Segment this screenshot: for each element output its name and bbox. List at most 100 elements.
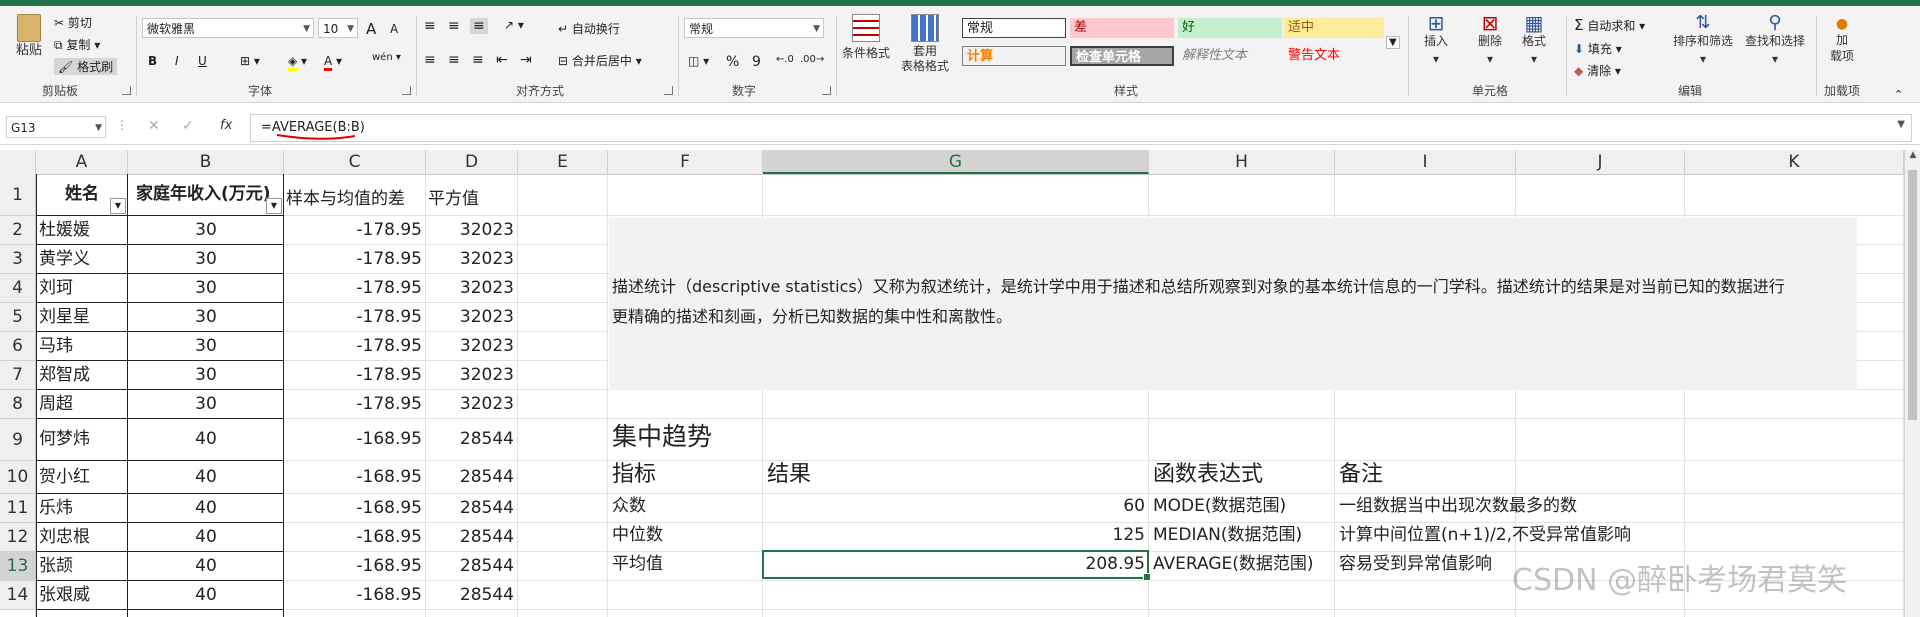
accounting-format-button[interactable]: ◫ ▾ — [688, 54, 709, 68]
style-warning[interactable]: 警告文本 — [1284, 46, 1384, 66]
align-middle-button[interactable]: ≡ — [448, 18, 460, 34]
vertical-scrollbar[interactable]: ▲ — [1904, 150, 1920, 617]
merge-center-button[interactable]: ⊟ 合并后居中 ▾ — [558, 52, 642, 69]
col-header-h[interactable]: H — [1149, 150, 1335, 174]
format-cells-button[interactable]: ▦ 格式 ▾ — [1514, 13, 1554, 68]
filter-button-a[interactable]: ▼ — [110, 198, 126, 214]
insert-function-icon[interactable]: fx — [220, 118, 232, 133]
clear-button[interactable]: ◆ 清除 ▾ — [1574, 62, 1621, 79]
style-normal[interactable]: 常规 — [962, 18, 1066, 38]
row-header-12[interactable]: 12 — [0, 523, 36, 552]
comma-button[interactable]: 9 — [752, 54, 761, 70]
row-header-4[interactable]: 4 — [0, 274, 36, 303]
col-header-f[interactable]: F — [608, 150, 763, 174]
find-select-button[interactable]: ⚲ 查找和选择 ▾ — [1740, 14, 1810, 68]
orientation-button[interactable]: ↗ ▾ — [504, 18, 524, 32]
percent-button[interactable]: % — [726, 54, 739, 70]
formula-options-icon[interactable]: ⋮ — [116, 118, 128, 132]
format-painter-button[interactable]: 🖌 格式刷 — [54, 58, 118, 75]
style-explain[interactable]: 解释性文本 — [1178, 46, 1282, 66]
cut-button[interactable]: ✂ 剪切 — [54, 14, 92, 31]
decrease-decimal-button[interactable]: .00→ — [800, 54, 824, 65]
row-header-13[interactable]: 13 — [0, 552, 36, 581]
style-good[interactable]: 好 — [1178, 18, 1282, 38]
increase-indent-button[interactable]: ⇥ — [520, 52, 532, 68]
col-header-k[interactable]: K — [1685, 150, 1904, 174]
enter-icon[interactable]: ✓ — [182, 118, 194, 134]
font-launcher[interactable] — [402, 86, 411, 95]
fill-handle[interactable] — [1143, 573, 1151, 581]
row-header-9[interactable]: 9 — [0, 419, 36, 461]
decrease-indent-button[interactable]: ⇤ — [496, 52, 508, 68]
row-header-8[interactable]: 8 — [0, 390, 36, 419]
font-name-combo[interactable]: 微软雅黑 ▼ — [142, 18, 314, 38]
scroll-thumb[interactable] — [1908, 170, 1917, 420]
align-right-button[interactable]: ≡ — [472, 52, 484, 68]
copy-button[interactable]: ⧉ 复制 ▾ — [54, 36, 100, 53]
col-header-a[interactable]: A — [36, 150, 128, 174]
insert-cells-button[interactable]: ⊞ 插入 ▾ — [1416, 13, 1456, 68]
number-launcher[interactable] — [822, 86, 831, 95]
expand-formula-icon[interactable]: ▼ — [1897, 119, 1905, 130]
table-cell: 28544 — [459, 526, 514, 547]
table-cell: 30 — [195, 219, 217, 240]
align-center-button[interactable]: ≡ — [448, 52, 460, 68]
bold-button[interactable]: B — [148, 54, 157, 68]
formula-input[interactable]: =AVERAGE(B:B) ▼ — [250, 114, 1912, 142]
shrink-font-button[interactable]: A — [390, 22, 398, 36]
scroll-up-icon[interactable]: ▲ — [1905, 150, 1920, 160]
font-size-combo[interactable]: 10 ▼ — [318, 18, 358, 38]
row-header-14[interactable]: 14 — [0, 581, 36, 610]
row-header-5[interactable]: 5 — [0, 303, 36, 332]
italic-button[interactable]: I — [175, 54, 179, 68]
styles-more-button[interactable]: ▼ — [1386, 36, 1400, 49]
wrap-text-button[interactable]: ↵ 自动换行 — [558, 20, 620, 37]
delete-cells-button[interactable]: ⊠ 删除 ▾ — [1470, 13, 1510, 68]
collapse-ribbon-button[interactable]: ⌃ — [1894, 88, 1903, 101]
number-format-combo[interactable]: 常规 ▼ — [684, 18, 824, 38]
style-neutral[interactable]: 适中 — [1284, 18, 1384, 38]
align-bottom-button[interactable]: ≡ — [470, 18, 488, 34]
clipboard-launcher[interactable] — [122, 86, 131, 95]
paste-button[interactable]: 粘贴 — [12, 14, 46, 60]
addins-button[interactable]: ● 加 载项 — [1822, 16, 1862, 64]
row-header-2[interactable]: 2 — [0, 216, 36, 245]
row-header-1[interactable]: 1 — [0, 174, 36, 216]
increase-decimal-button[interactable]: ←.0 — [776, 54, 794, 65]
row-header-6[interactable]: 6 — [0, 332, 36, 361]
autosum-button[interactable]: Σ 自动求和 ▾ — [1574, 16, 1645, 34]
style-check[interactable]: 检查单元格 — [1070, 46, 1174, 66]
col-header-i[interactable]: I — [1335, 150, 1516, 174]
style-calc[interactable]: 计算 — [962, 46, 1066, 66]
format-as-table-button[interactable]: 套用 表格格式 — [896, 14, 954, 74]
col-header-g[interactable]: G — [763, 150, 1149, 174]
ribbon: 粘贴 ✂ 剪切 ⧉ 复制 ▾ 🖌 格式刷 剪贴板 微软雅黑 ▼ 10 ▼ A A B… — [0, 6, 1920, 103]
fill-button[interactable]: ⬇ 填充 ▾ — [1574, 40, 1622, 57]
cancel-icon[interactable]: ✕ — [148, 118, 160, 134]
col-header-e[interactable]: E — [518, 150, 608, 174]
align-top-button[interactable]: ≡ — [424, 18, 436, 34]
col-header-d[interactable]: D — [426, 150, 518, 174]
col-header-j[interactable]: J — [1516, 150, 1685, 174]
conditional-format-button[interactable]: 条件格式 — [840, 14, 892, 62]
select-all-corner[interactable] — [0, 150, 36, 174]
row-header-3[interactable]: 3 — [0, 245, 36, 274]
filter-button-b[interactable]: ▼ — [266, 198, 282, 214]
alignment-launcher[interactable] — [664, 86, 673, 95]
row-header-11[interactable]: 11 — [0, 494, 36, 523]
active-cell-g13[interactable] — [762, 550, 1151, 581]
fill-color-button[interactable]: ◈ ▾ — [288, 54, 307, 71]
row-header-10[interactable]: 10 — [0, 461, 36, 494]
col-header-b[interactable]: B — [128, 150, 284, 174]
row-header-7[interactable]: 7 — [0, 361, 36, 390]
sort-filter-button[interactable]: ⇅ 排序和筛选 ▾ — [1668, 14, 1738, 68]
font-color-button[interactable]: A ▾ — [324, 54, 342, 71]
name-box[interactable]: G13 ▼ — [6, 116, 106, 138]
style-bad[interactable]: 差 — [1070, 18, 1174, 38]
col-header-c[interactable]: C — [284, 150, 426, 174]
align-left-button[interactable]: ≡ — [424, 52, 436, 68]
underline-button[interactable]: U — [198, 54, 207, 68]
borders-button[interactable]: ⊞ ▾ — [240, 54, 260, 68]
phonetic-button[interactable]: wén ▾ — [372, 52, 401, 63]
grow-font-button[interactable]: A — [366, 20, 376, 38]
